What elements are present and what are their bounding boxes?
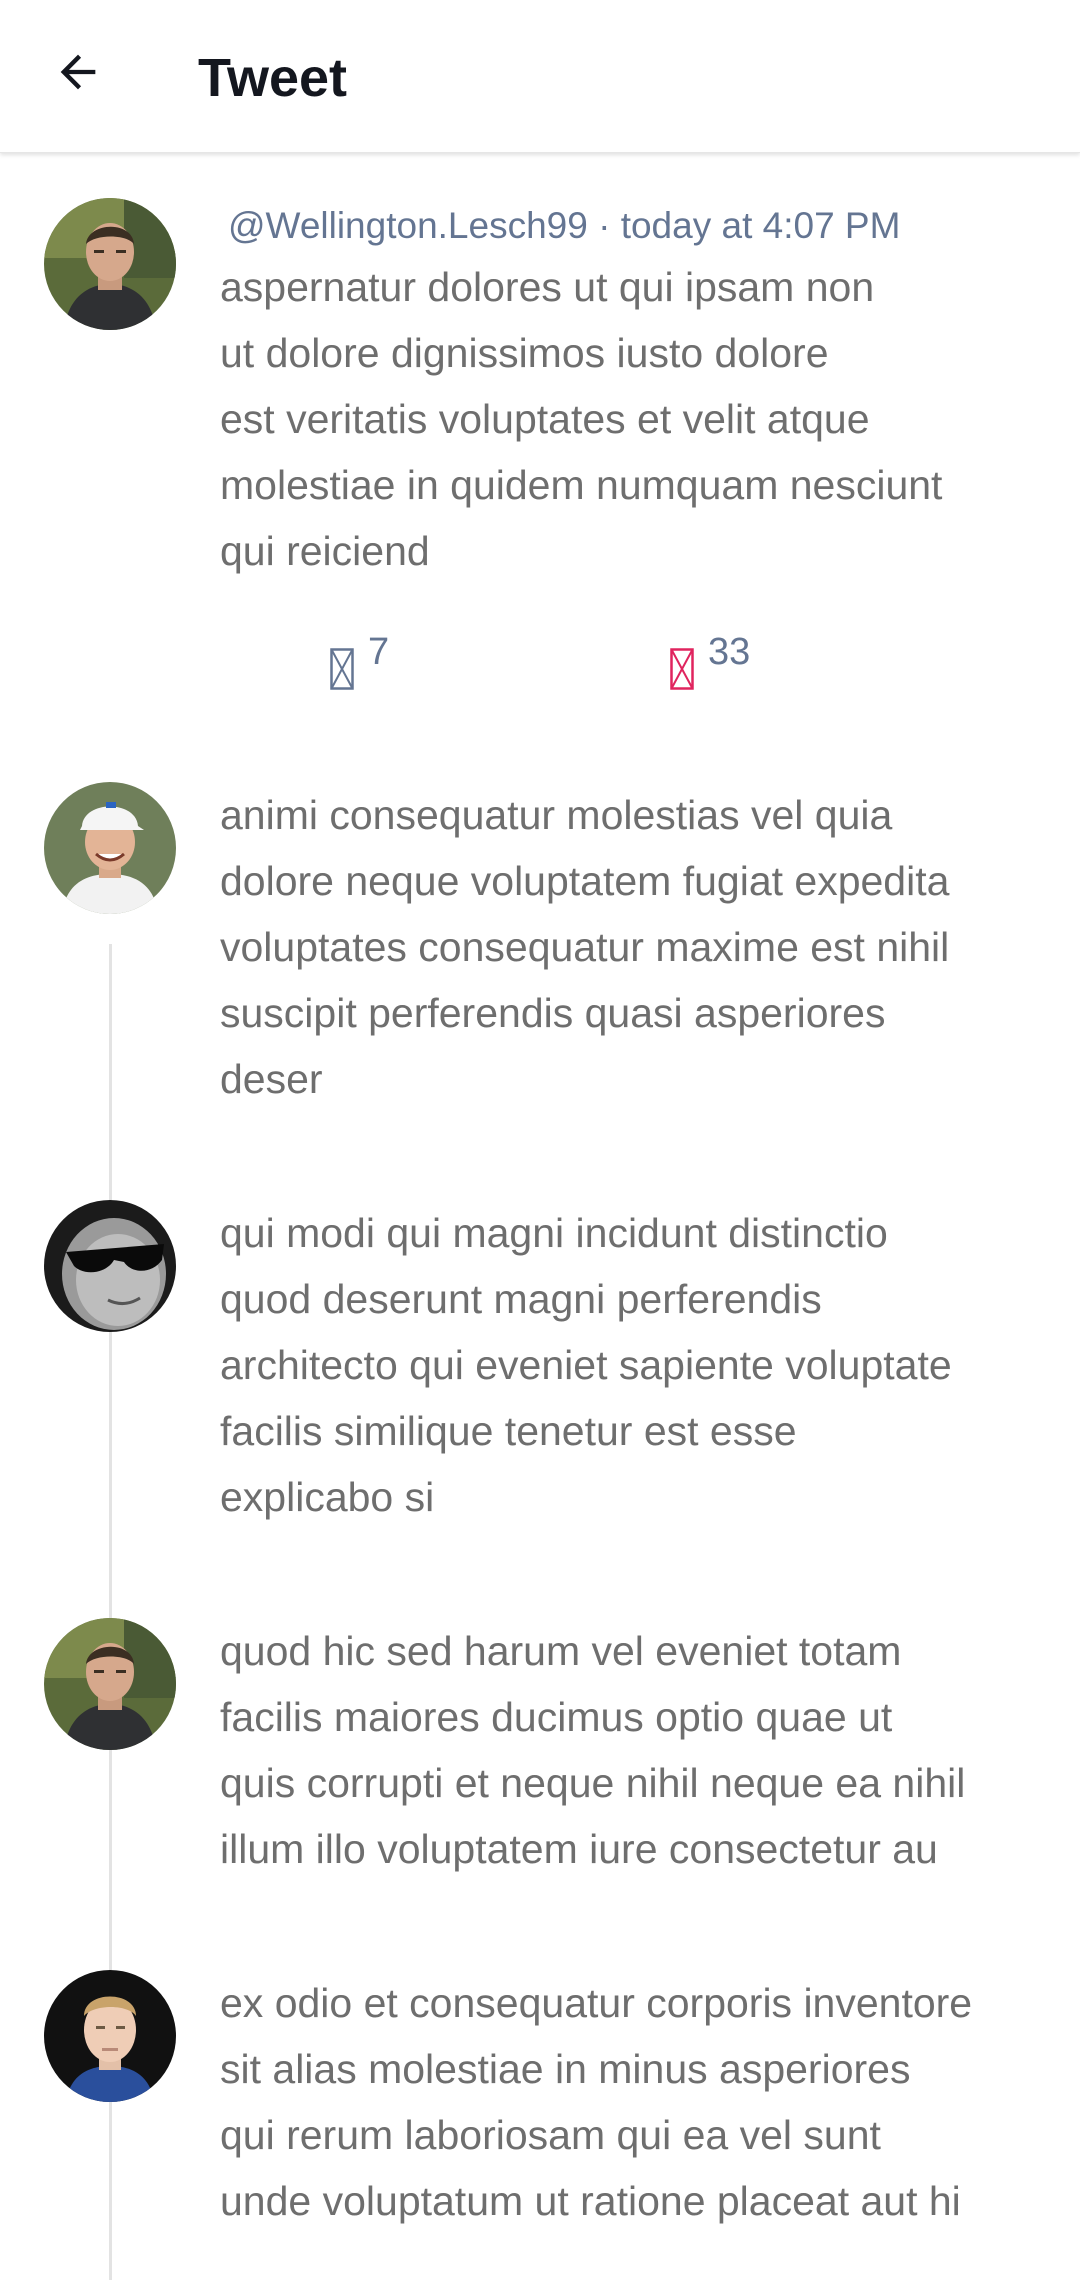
tweet-line: aspernatur dolores ut qui ipsam non (220, 264, 875, 310)
reply-line: quod hic sed harum vel eveniet totam (220, 1628, 902, 1674)
reply-icon (330, 648, 354, 690)
reply-line: illum illo voluptatem iure consectetur a… (220, 1826, 938, 1872)
avatar[interactable] (44, 1618, 176, 1750)
reply-body: animi consequatur molestias vel quia dol… (220, 782, 1050, 1112)
reply-line: quis corrupti et neque nihil neque ea ni… (220, 1760, 966, 1806)
back-button[interactable] (34, 30, 122, 118)
like-count: 33 (708, 631, 751, 673)
avatar[interactable] (44, 198, 176, 330)
reply-line: quod deserunt magni perferendis (220, 1276, 822, 1322)
tweet-line: est veritatis voluptates et velit atque (220, 396, 870, 442)
reply-line: explicabo si (220, 1474, 435, 1520)
arrow-left-icon (52, 46, 104, 103)
heart-icon (670, 648, 694, 690)
tweet-line: ut dolore dignissimos iusto dolore (220, 330, 829, 376)
tweet-line: qui reiciend (220, 528, 430, 574)
reply-line: suscipit perferendis quasi asperiores (220, 990, 886, 1036)
reply-line: ex odio et consequatur corporis inventor… (220, 1980, 973, 2026)
reply-line: qui modi qui magni incidunt distinctio (220, 1210, 888, 1256)
reply-line: architecto qui eveniet sapiente voluptat… (220, 1342, 952, 1388)
reply-body: ex odio et consequatur corporis inventor… (220, 1970, 1050, 2234)
reply-button[interactable]: 7 (330, 630, 389, 690)
reply-line: voluptates consequatur maxime est nihil (220, 924, 950, 970)
app-bar: Tweet (0, 0, 1080, 153)
tweet-body: aspernatur dolores ut qui ipsam non ut d… (220, 254, 1050, 584)
reply-line: facilis maiores ducimus optio quae ut (220, 1694, 893, 1740)
reply-line: animi consequatur molestias vel quia (220, 792, 893, 838)
avatar[interactable] (44, 782, 176, 914)
tweet-line: molestiae in quidem numquam nesciunt (220, 462, 943, 508)
avatar[interactable] (44, 1970, 176, 2102)
reply-line: unde voluptatum ut ratione placeat aut h… (220, 2178, 961, 2224)
like-button[interactable]: 33 (670, 630, 750, 690)
reply-line: qui rerum laboriosam qui ea vel sunt (220, 2112, 881, 2158)
reply-line: deser (220, 1056, 323, 1102)
reply-line: sit alias molestiae in minus asperiores (220, 2046, 911, 2092)
reply-line: dolore neque voluptatem fugiat expedita (220, 858, 950, 904)
reply-line: facilis similique tenetur est esse (220, 1408, 797, 1454)
tweet-handle[interactable]: @Wellington.Lesch99 (228, 205, 588, 246)
meta-separator: · (598, 205, 611, 246)
reply-body: quod hic sed harum vel eveniet totam fac… (220, 1618, 1050, 1882)
page-title: Tweet (198, 48, 348, 108)
avatar[interactable] (44, 1200, 176, 1332)
reply-count: 7 (368, 631, 390, 673)
tweet-meta: @Wellington.Lesch99 · today at 4:07 PM (228, 204, 900, 248)
tweet-timestamp: today at 4:07 PM (620, 205, 901, 246)
reply-body: qui modi qui magni incidunt distinctio q… (220, 1200, 1050, 1530)
